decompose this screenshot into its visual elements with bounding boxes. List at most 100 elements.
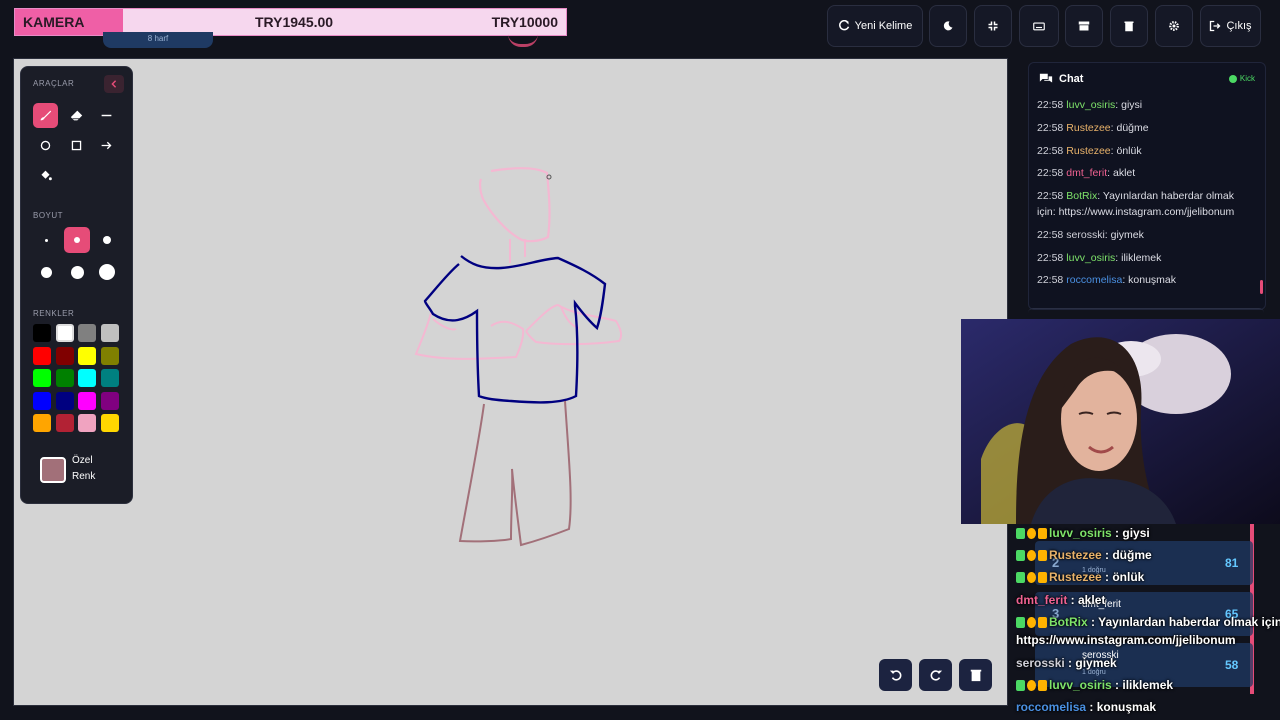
user-badge-icon [1027,680,1036,692]
archive-button[interactable] [1065,5,1103,47]
keyboard-button[interactable] [1019,5,1059,47]
chat-platform-status: Kick [1228,74,1255,83]
color-swatch[interactable] [55,391,74,410]
overlay-message-text: https://www.instagram.com/jjelibonum [1016,633,1236,647]
redo-button[interactable] [919,659,952,691]
current-amount: TRY1945.00 [255,14,334,30]
color-swatch[interactable] [78,391,96,410]
color-swatch[interactable] [78,324,96,342]
message-text: : konuşmak [1122,274,1177,286]
drawing-canvas[interactable] [13,58,1008,706]
new-word-label: Yeni Kelime [854,20,913,32]
size-option-4[interactable] [33,259,59,285]
gear-icon [1169,21,1179,31]
overlay-chat-message: Rustezee : önlük [1016,570,1144,584]
exit-label: Çıkış [1226,20,1252,32]
color-swatch[interactable] [100,414,119,432]
size-option-2[interactable] [64,227,90,253]
platform-label: Kick [1239,74,1255,83]
color-swatch[interactable] [33,324,51,342]
size-title: BOYUT [33,211,64,220]
color-swatch[interactable] [55,414,74,432]
line-tool[interactable] [94,103,119,128]
chat-scrollbar[interactable] [1260,280,1263,294]
theme-toggle-button[interactable] [929,5,967,47]
message-user[interactable]: serosski [1066,229,1105,241]
color-swatch[interactable] [33,369,51,387]
color-swatch[interactable] [55,369,74,387]
fullscreen-button[interactable] [974,5,1012,47]
refresh-icon [838,20,849,31]
message-time: 22:58 [1037,229,1064,241]
user-badge-icon [1038,550,1047,562]
timer-ring [508,34,538,47]
overlay-message-text: : düğme [1101,548,1152,562]
clear-button[interactable] [1110,5,1148,47]
custom-color-picker[interactable] [40,457,66,483]
color-swatch[interactable] [100,324,119,342]
overlay-chat-message: https://www.instagram.com/jjelibonum [1016,633,1236,647]
webcam-feed [961,319,1280,524]
pants-stroke [458,400,572,547]
status-dot [1228,74,1237,83]
settings-button[interactable] [1155,5,1193,47]
message-user[interactable]: Rustezee [1066,145,1110,157]
color-swatch[interactable] [78,346,96,365]
chat-message: 22:58 luvv_osiris: giysi [1037,97,1252,113]
message-user[interactable]: luvv_osiris [1066,99,1115,111]
fill-tool[interactable] [33,163,58,188]
color-swatch[interactable] [100,346,119,365]
user-badge-icon [1027,528,1036,540]
size-option-6[interactable] [94,259,120,285]
overlay-message-user: serosski [1016,656,1065,670]
color-swatch[interactable] [100,391,119,410]
exit-button[interactable]: Çıkış [1200,5,1261,47]
undo-button[interactable] [879,659,912,691]
message-user[interactable]: BotRix [1066,190,1097,202]
chat-header: Chat [1039,72,1083,86]
color-swatch[interactable] [55,346,74,365]
eraser-tool[interactable] [64,103,89,128]
brush-tool[interactable] [33,103,58,128]
overlay-message-user: dmt_ferit [1016,593,1068,607]
color-swatch[interactable] [78,414,96,432]
size-option-5[interactable] [64,259,90,285]
message-user[interactable]: Rustezee [1066,122,1110,134]
trash-icon [1124,21,1134,32]
new-word-button[interactable]: Yeni Kelime [827,5,923,47]
clear-canvas-button[interactable] [959,659,992,691]
color-swatch[interactable] [33,414,51,432]
trash-icon [970,669,981,682]
size-option-1[interactable] [33,227,59,253]
color-swatch[interactable] [100,369,119,387]
chat-message: 22:58 Rustezee: düğme [1037,120,1252,136]
message-text: : iliklemek [1115,252,1162,264]
keyboard-icon [1033,22,1045,31]
circle-tool[interactable] [33,133,58,158]
overlay-chat-message: serosski : giymek [1016,656,1117,670]
color-swatch[interactable] [33,346,51,365]
chat-message: 22:58 BotRix: Yayınlardan haberdar olmak … [1037,188,1252,220]
overlay-message-user: roccomelisa [1016,700,1087,714]
collapse-panel-button[interactable] [104,75,124,93]
color-swatch[interactable] [78,369,96,387]
message-user[interactable]: roccomelisa [1066,274,1122,286]
overlay-message-text: : iliklemek [1111,678,1174,692]
message-user[interactable]: dmt_ferit [1066,167,1107,179]
brush-icon [40,110,52,121]
message-user[interactable]: luvv_osiris [1066,252,1115,264]
color-swatch[interactable] [55,324,74,342]
chat-panel: Chat Kick 22:58 luvv_osiris: giysi 22:58 Ru… [1028,62,1266,310]
overlay-message-text: : Yayınlardan haberdar olmak için: [1087,615,1280,629]
goal-amount: TRY10000 [491,14,558,30]
user-badge-icon [1038,617,1047,629]
drawing-strokes [414,167,623,547]
neck-stroke [509,239,526,263]
size-option-3[interactable] [94,227,120,253]
color-swatch[interactable] [33,391,51,410]
arrow-tool[interactable] [94,133,119,158]
leaderboard-score: 81 [1225,556,1239,570]
message-text: : düğme [1110,122,1149,134]
message-text: : giysi [1115,99,1143,111]
rectangle-tool[interactable] [64,133,89,158]
